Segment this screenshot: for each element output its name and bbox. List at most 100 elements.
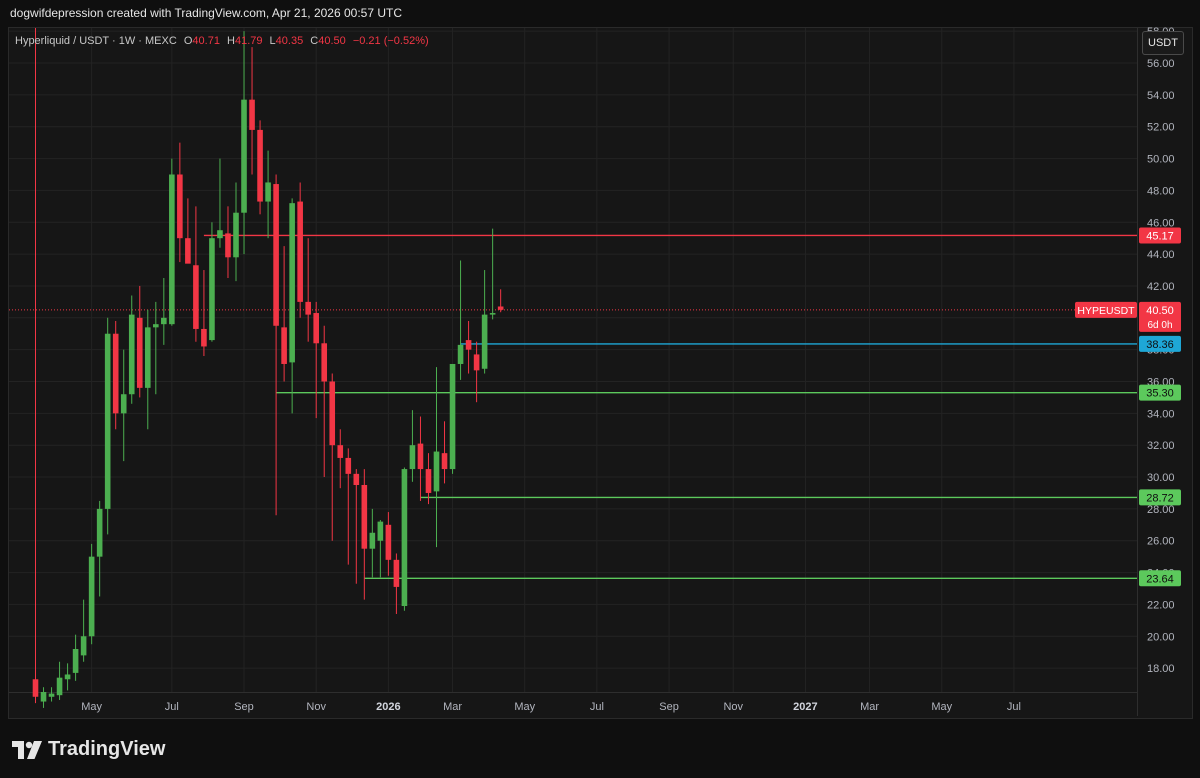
candle-body	[177, 174, 183, 239]
time-tick-label: 2026	[376, 701, 400, 713]
candle-body	[72, 649, 79, 673]
candle-body	[257, 129, 263, 202]
candle-body	[56, 677, 63, 696]
candle-body	[481, 314, 488, 369]
candle-body	[120, 394, 127, 414]
time-tick-label: Mar	[443, 701, 462, 713]
tradingview-brand[interactable]: TradingView	[12, 738, 165, 761]
candle-body	[241, 99, 247, 213]
candle-body	[273, 184, 279, 326]
last-price-label: 40.50	[1146, 305, 1174, 317]
candle-body	[88, 556, 95, 637]
symbol-title: Hyperliquid / USDT · 1W · MEXC	[15, 35, 177, 47]
candle-body	[465, 340, 472, 350]
symbol-tag-label: HYPEUSDT	[1077, 305, 1135, 317]
candle-body	[313, 313, 319, 344]
candle-body	[305, 301, 311, 315]
price-tick-label: 30.00	[1147, 472, 1175, 484]
time-tick-label: May	[81, 701, 102, 713]
time-tick-label: Nov	[306, 701, 326, 713]
candle-body	[377, 521, 384, 541]
time-tick-label: 2027	[793, 701, 817, 713]
time-tick-label: Sep	[234, 701, 254, 713]
time-tick-label: Mar	[860, 701, 879, 713]
candle-body	[297, 201, 303, 302]
tradingview-logo-icon	[12, 740, 42, 759]
candle-body	[329, 381, 336, 446]
candle-body	[96, 508, 103, 557]
candle-body	[353, 473, 360, 485]
candlestick-chart[interactable]: 18.0020.0022.0024.0026.0028.0030.0032.00…	[0, 0, 1200, 720]
price-tick-label: 50.00	[1147, 154, 1175, 166]
candle-body	[144, 327, 151, 388]
candle-body	[385, 524, 392, 560]
candle-body	[345, 457, 352, 474]
candle-body	[457, 344, 464, 364]
change-value: −0.21 (−0.52%)	[352, 35, 429, 47]
candle-body	[369, 532, 376, 549]
candle-body	[441, 453, 448, 470]
candle-body	[409, 445, 416, 470]
candle-body	[393, 559, 400, 587]
time-tick-label: May	[931, 701, 952, 713]
candle-body	[104, 333, 111, 509]
high-label: H	[227, 35, 235, 47]
candle-body	[128, 314, 135, 395]
currency-button[interactable]: USDT	[1142, 31, 1184, 55]
candle-body	[40, 692, 47, 702]
level-label-pivot: 38.36	[1146, 339, 1174, 351]
time-tick-label: Jul	[1007, 701, 1021, 713]
candle-body	[193, 265, 199, 329]
candle-body	[249, 99, 255, 130]
candle-body	[233, 212, 239, 258]
candle-body	[265, 182, 271, 202]
candle-body	[417, 443, 424, 470]
price-tick-label: 42.00	[1147, 281, 1175, 293]
candle-body	[321, 343, 328, 382]
time-tick-label: May	[514, 701, 535, 713]
candle-body	[289, 203, 295, 363]
candle-body	[337, 445, 344, 458]
level-label-resistance: 45.17	[1146, 230, 1174, 242]
bar-countdown-label: 6d 0h	[1147, 320, 1172, 331]
level-label-support-3: 23.64	[1146, 573, 1174, 585]
candle-body	[201, 328, 207, 347]
symbol-legend: Hyperliquid / USDT · 1W · MEXC O40.71 H4…	[15, 35, 429, 47]
candle-body	[209, 238, 215, 341]
candle-body	[136, 317, 143, 388]
candle-body	[80, 636, 87, 656]
price-tick-label: 20.00	[1147, 631, 1175, 643]
time-tick-label: Sep	[659, 701, 679, 713]
price-tick-label: 48.00	[1147, 185, 1175, 197]
brand-name: TradingView	[48, 738, 166, 760]
price-tick-label: 54.00	[1147, 90, 1175, 102]
candle-body	[185, 238, 191, 264]
open-value: 40.71	[192, 35, 220, 47]
candle-body	[489, 313, 496, 315]
time-tick-label: Jul	[165, 701, 179, 713]
level-label-support-1: 35.30	[1146, 388, 1174, 400]
candle-body	[32, 679, 39, 697]
candle-body	[401, 469, 408, 607]
price-tick-label: 28.00	[1147, 504, 1175, 516]
candle-body	[161, 317, 167, 325]
candle-body	[153, 324, 159, 328]
candle-body	[225, 233, 231, 258]
candle-body	[433, 451, 440, 492]
price-tick-label: 22.00	[1147, 599, 1175, 611]
candle-body	[497, 306, 504, 310]
high-value: 41.79	[234, 35, 263, 47]
candle-body	[48, 693, 55, 697]
candle-body	[361, 484, 368, 549]
price-tick-label: 52.00	[1147, 122, 1175, 134]
price-tick-label: 56.00	[1147, 58, 1175, 70]
low-value: 40.35	[275, 35, 304, 47]
price-tick-label: 26.00	[1147, 536, 1175, 548]
price-tick-label: 44.00	[1147, 249, 1175, 261]
candle-body	[112, 333, 119, 414]
candle-body	[64, 674, 71, 680]
price-tick-label: 18.00	[1147, 663, 1175, 675]
price-tick-label: 46.00	[1147, 217, 1175, 229]
close-value: 40.50	[318, 35, 346, 47]
candle-body	[217, 230, 223, 239]
